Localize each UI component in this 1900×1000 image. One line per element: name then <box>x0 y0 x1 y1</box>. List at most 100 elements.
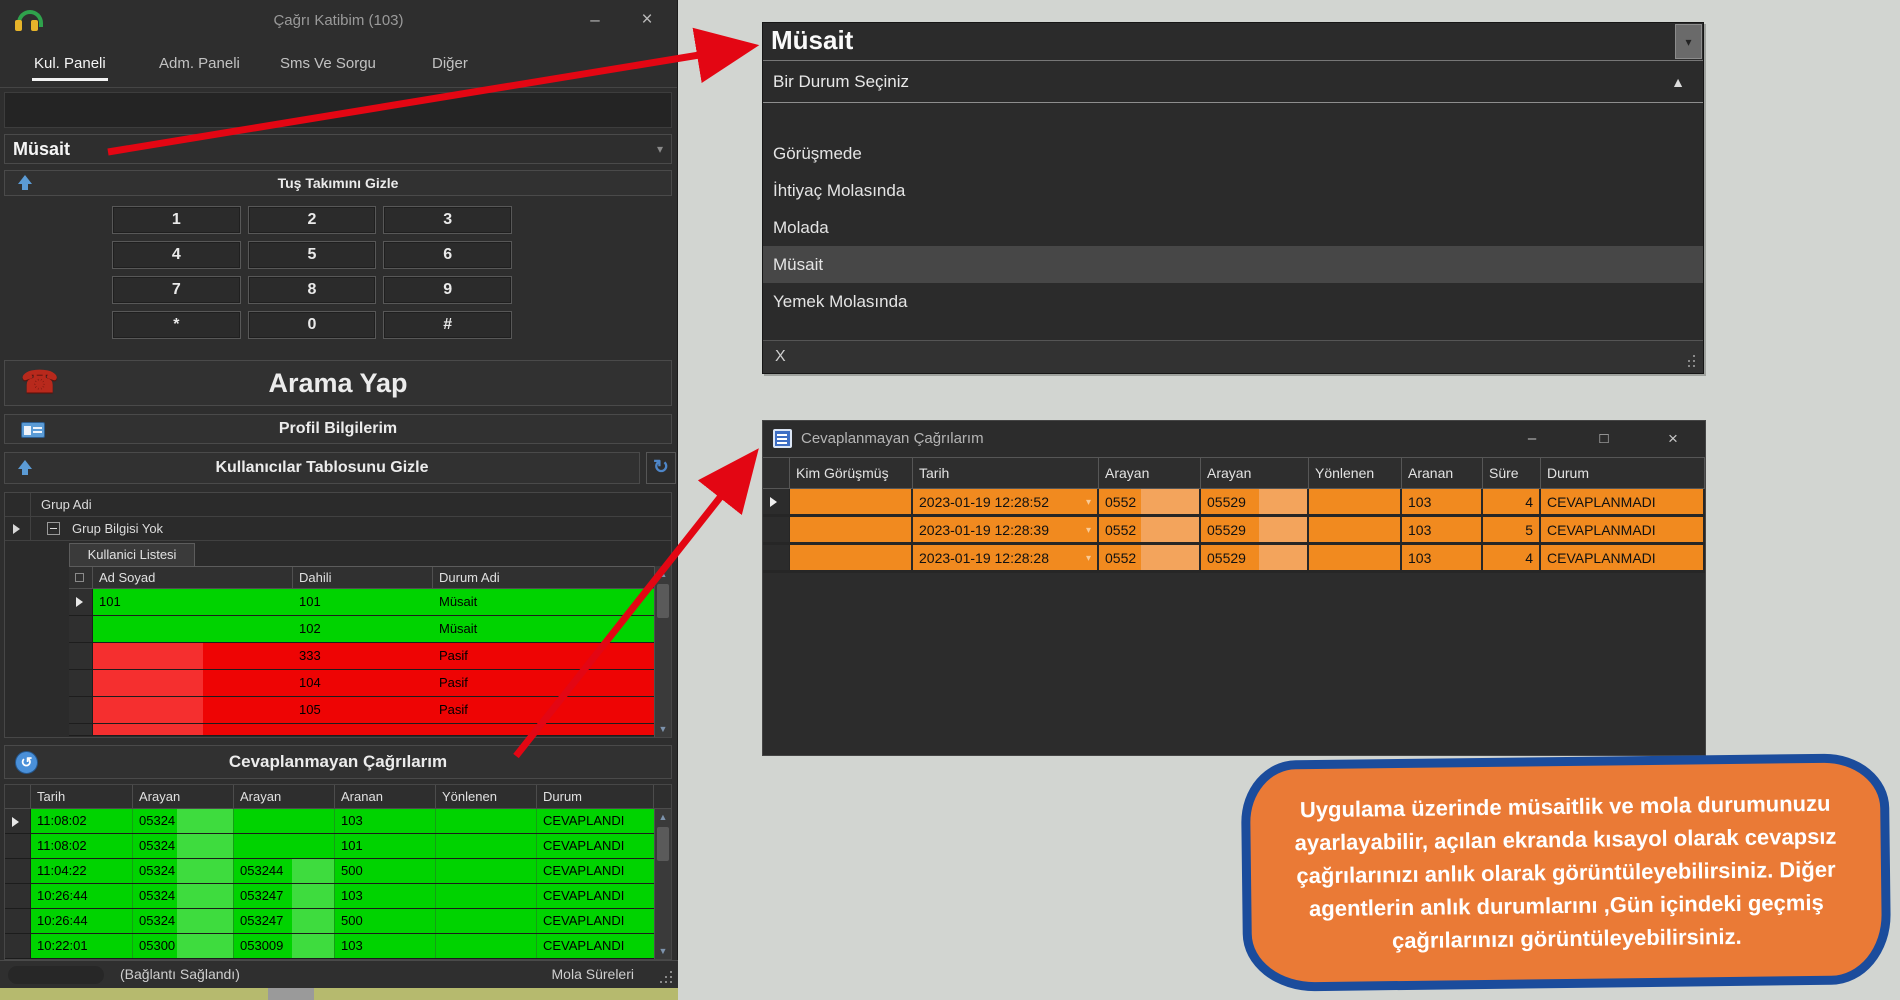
column-header[interactable]: Yönlenen <box>436 785 537 809</box>
tab-kullanici-listesi[interactable]: Kullanici Listesi <box>69 543 195 566</box>
table-row[interactable]: 2023-01-19 12:28:39▾ 0552 05529 103 5 CE… <box>763 517 1705 545</box>
cell <box>790 517 913 542</box>
column-header[interactable]: Tarih <box>913 458 1099 488</box>
make-call-button[interactable]: ☎ Arama Yap <box>4 360 672 406</box>
column-header[interactable]: Dahili <box>293 567 433 589</box>
key-star[interactable]: * <box>112 311 241 339</box>
option-musait[interactable]: Müsait <box>763 246 1703 283</box>
minimize-button[interactable]: – <box>1515 425 1549 453</box>
cell: CEVAPLANDI <box>537 859 671 883</box>
column-header[interactable]: Süre <box>1483 458 1541 488</box>
key-3[interactable]: 3 <box>383 206 512 234</box>
column-header[interactable]: Tarih <box>31 785 133 809</box>
column-header[interactable]: Arayan <box>234 785 335 809</box>
profile-button[interactable]: Profil Bilgilerim <box>4 414 672 444</box>
table-row[interactable]: 10:26:44 05324 053247 500 CEVAPLANDI <box>5 909 671 934</box>
key-4[interactable]: 4 <box>112 241 241 269</box>
table-row[interactable]: 101 101 Müsait <box>69 589 656 616</box>
option-ihtiyac-molasinda[interactable]: İhtiyaç Molasında <box>763 172 1703 209</box>
table-row[interactable]: 2023-01-19 12:28:28▾ 0552 05529 103 4 CE… <box>763 545 1705 573</box>
column-header[interactable]: Durum <box>537 785 654 809</box>
table-row[interactable]: 105 Pasif <box>69 697 656 724</box>
minimize-button[interactable]: – <box>579 6 611 34</box>
scrollbar[interactable]: ▲ ▼ <box>654 809 671 959</box>
scroll-down-icon[interactable]: ▼ <box>655 943 671 959</box>
option-gorusmede[interactable]: Görüşmede <box>763 135 1703 172</box>
dial-keypad: 1 2 3 4 5 6 7 8 9 * 0 # <box>112 206 512 346</box>
taskbar-button <box>268 988 314 1000</box>
dial-input[interactable] <box>4 92 672 128</box>
table-row[interactable]: 2023-01-19 12:28:52▾ 0552 05529 103 4 CE… <box>763 489 1705 517</box>
scrollbar[interactable]: ▲ ▼ <box>654 566 671 737</box>
key-6[interactable]: 6 <box>383 241 512 269</box>
key-0[interactable]: 0 <box>248 311 377 339</box>
maximize-button[interactable]: □ <box>1587 425 1621 453</box>
scroll-down-icon[interactable]: ▼ <box>655 721 671 737</box>
key-5[interactable]: 5 <box>248 241 377 269</box>
row-selector <box>69 724 93 735</box>
key-2[interactable]: 2 <box>248 206 377 234</box>
chevron-down-icon: ▾ <box>657 135 663 163</box>
table-row[interactable]: 11:08:02 05324 101 CEVAPLANDI <box>5 834 671 859</box>
column-header[interactable]: Aranan <box>335 785 436 809</box>
key-9[interactable]: 9 <box>383 276 512 304</box>
cell: 05324 <box>133 834 234 858</box>
dropdown-placeholder-row[interactable]: Bir Durum Seçiniz ▲ <box>763 61 1703 103</box>
column-header[interactable]: Ad Soyad <box>93 567 293 589</box>
column-header[interactable]: Durum <box>1541 458 1705 488</box>
cell: 101 <box>93 589 293 615</box>
table-row[interactable]: 10:22:01 05300 053009 103 CEVAPLANDI <box>5 934 671 959</box>
column-header[interactable]: Aranan <box>1402 458 1483 488</box>
tab-adm-paneli[interactable]: Adm. Paneli <box>159 42 240 88</box>
dropdown-close-button[interactable]: X <box>775 341 786 373</box>
option-yemek-molasinda[interactable]: Yemek Molasında <box>763 283 1703 320</box>
table-row[interactable]: 11:08:02 05324 103 CEVAPLANDI <box>5 809 671 834</box>
table-row-partial[interactable] <box>69 724 656 736</box>
key-1[interactable]: 1 <box>112 206 241 234</box>
select-all-cell[interactable] <box>69 567 93 589</box>
key-hash[interactable]: # <box>383 311 512 339</box>
scroll-up-icon[interactable]: ▲ <box>655 809 671 825</box>
dropdown-button[interactable]: ▾ <box>1675 24 1702 59</box>
table-row[interactable]: 102 Müsait <box>69 616 656 643</box>
cell <box>436 934 537 958</box>
close-button[interactable]: × <box>1656 425 1690 453</box>
column-header[interactable]: Durum Adi <box>433 567 656 589</box>
scrollbar-thumb[interactable] <box>657 827 669 861</box>
table-row[interactable]: 333 Pasif <box>69 643 656 670</box>
keypad-toggle-button[interactable]: Tuş Takımını Gizle <box>4 170 672 196</box>
missed-calls-toggle-button[interactable]: ↺ Cevaplanmayan Çağrılarım <box>4 745 672 779</box>
cell <box>93 697 293 723</box>
group-row[interactable]: Grup Bilgisi Yok <box>5 517 671 541</box>
cell: 10:22:01 <box>31 934 133 958</box>
column-header[interactable]: Arayan <box>133 785 234 809</box>
column-header[interactable]: Yönlenen <box>1309 458 1402 488</box>
make-call-label: Arama Yap <box>268 368 407 398</box>
users-table-panel: Grup Adi Grup Bilgisi Yok Kullanici List… <box>4 492 672 738</box>
cell: 053247 <box>234 884 335 908</box>
status-select[interactable]: Müsait ▾ <box>4 134 672 164</box>
tab-kul-paneli[interactable]: Kul. Paneli <box>34 42 106 88</box>
option-molada[interactable]: Molada <box>763 209 1703 246</box>
users-toggle-button[interactable]: Kullanıcılar Tablosunu Gizle <box>4 452 640 484</box>
key-7[interactable]: 7 <box>112 276 241 304</box>
scrollbar-thumb[interactable] <box>657 584 669 618</box>
table-row[interactable]: 10:26:44 05324 053247 103 CEVAPLANDI <box>5 884 671 909</box>
break-times-link[interactable]: Mola Süreleri <box>552 961 634 988</box>
column-header[interactable]: Kim Görüşmüş <box>790 458 913 488</box>
key-8[interactable]: 8 <box>248 276 377 304</box>
tab-diger[interactable]: Diğer <box>432 42 468 88</box>
table-row[interactable]: 11:04:22 05324 053244 500 CEVAPLANDI <box>5 859 671 884</box>
refresh-users-button[interactable]: ↻ <box>646 452 676 484</box>
resize-grip[interactable] <box>660 971 672 983</box>
column-header[interactable]: Arayan <box>1099 458 1201 488</box>
scroll-up-icon[interactable]: ▲ <box>655 566 671 582</box>
tab-sms-ve-sorgu[interactable]: Sms Ve Sorgu <box>280 42 376 88</box>
cell: 10:26:44 <box>31 909 133 933</box>
row-selector <box>69 670 93 696</box>
close-button[interactable]: × <box>631 6 663 34</box>
table-row[interactable]: 104 Pasif <box>69 670 656 697</box>
column-header[interactable]: Arayan <box>1201 458 1309 488</box>
collapse-icon[interactable] <box>47 522 60 535</box>
resize-grip[interactable] <box>1683 355 1695 367</box>
